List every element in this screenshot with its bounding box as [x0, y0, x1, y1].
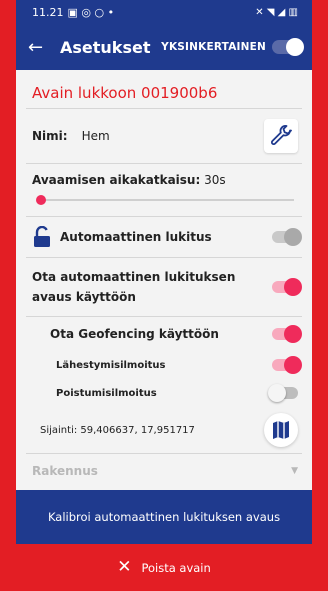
toggle-knob — [286, 38, 304, 56]
simple-mode-label: YKSINKERTAINEN — [161, 41, 266, 53]
delay-row: Avaamisen aikakatkaisu: 30s — [16, 164, 312, 216]
page-title: Asetukset — [60, 37, 151, 57]
simple-mode-toggle[interactable] — [272, 38, 304, 56]
edit-name-button[interactable] — [264, 119, 298, 153]
geofencing-label: Ota Geofencing käyttöön — [50, 327, 219, 341]
building-label: Rakennus — [32, 464, 98, 478]
toggle-knob — [284, 325, 302, 343]
map-button[interactable] — [264, 413, 298, 447]
delay-label-text: Avaamisen aikakatkaisu: — [32, 173, 201, 187]
slider-track — [40, 199, 294, 201]
auto-unlock-label: Ota automaattinen lukituksen avaus käytt… — [32, 270, 236, 304]
name-value: Hem — [81, 129, 110, 143]
settings-content: Avain lukkoon 001900b6 Nimi: Hem Avaamis… — [16, 70, 312, 488]
delete-key-label: Poista avain — [141, 560, 211, 575]
delete-key-button[interactable]: ✕ Poista avain — [16, 544, 312, 591]
auto-unlock-toggle[interactable] — [272, 278, 302, 296]
calibrate-button-label: Kalibroi automaattinen lukituksen avaus — [47, 510, 281, 524]
toggle-knob — [284, 228, 302, 246]
status-bar: 11.21 ▣ ◎ ○ • ✕ ◥ ◢ ▥ — [16, 0, 312, 24]
calibrate-button[interactable]: Kalibroi automaattinen lukituksen avaus — [16, 490, 312, 544]
unlocked-padlock-icon — [34, 226, 50, 247]
toggle-knob — [284, 278, 302, 296]
map-icon — [273, 421, 289, 439]
leave-notification-row: Poistumisilmoitus — [16, 379, 312, 407]
name-label: Nimi: — [32, 129, 68, 143]
close-icon: ✕ — [117, 557, 132, 577]
delay-value: 30s — [204, 173, 226, 187]
autolock-toggle[interactable] — [272, 228, 302, 246]
status-icons-right: ✕ ◥ ◢ ▥ — [255, 6, 298, 18]
geofencing-row: Ota Geofencing käyttöön — [16, 317, 312, 351]
back-arrow-icon[interactable]: ← — [28, 37, 50, 58]
dropdown-caret-icon: ▼ — [291, 466, 298, 476]
approach-notification-label: Lähestymisilmoitus — [56, 359, 166, 371]
building-select[interactable]: Rakennus ▼ — [16, 454, 312, 488]
autolock-row: Automaattinen lukitus — [16, 217, 312, 257]
auto-unlock-row: Ota automaattinen lukituksen avaus käytt… — [16, 258, 312, 316]
approach-notification-toggle[interactable] — [272, 356, 302, 374]
autolock-label: Automaattinen lukitus — [60, 230, 212, 244]
delay-label: Avaamisen aikakatkaisu: 30s — [32, 173, 298, 187]
lock-title: Avain lukkoon 001900b6 — [32, 84, 218, 102]
toggle-knob — [268, 384, 286, 402]
status-time: 11.21 — [32, 5, 64, 19]
wrench-icon — [271, 125, 292, 145]
approach-notification-row: Lähestymisilmoitus — [16, 351, 312, 379]
status-icons-left: ▣ ◎ ○ • — [67, 5, 115, 19]
leave-notification-toggle[interactable] — [268, 384, 298, 402]
leave-notification-label: Poistumisilmoitus — [56, 387, 157, 399]
toggle-knob — [284, 356, 302, 374]
location-row: Sijainti: 59,406637, 17,951717 — [16, 407, 312, 453]
app-bar: ← Asetukset YKSINKERTAINEN — [16, 24, 312, 70]
location-label: Sijainti: 59,406637, 17,951717 — [40, 424, 195, 436]
delay-slider[interactable] — [32, 193, 294, 207]
phone-screen: 11.21 ▣ ◎ ○ • ✕ ◥ ◢ ▥ ← Asetukset YKSINK… — [16, 0, 312, 591]
name-row: Nimi: Hem — [16, 109, 312, 163]
geofencing-toggle[interactable] — [272, 325, 302, 343]
slider-thumb[interactable] — [36, 195, 46, 205]
